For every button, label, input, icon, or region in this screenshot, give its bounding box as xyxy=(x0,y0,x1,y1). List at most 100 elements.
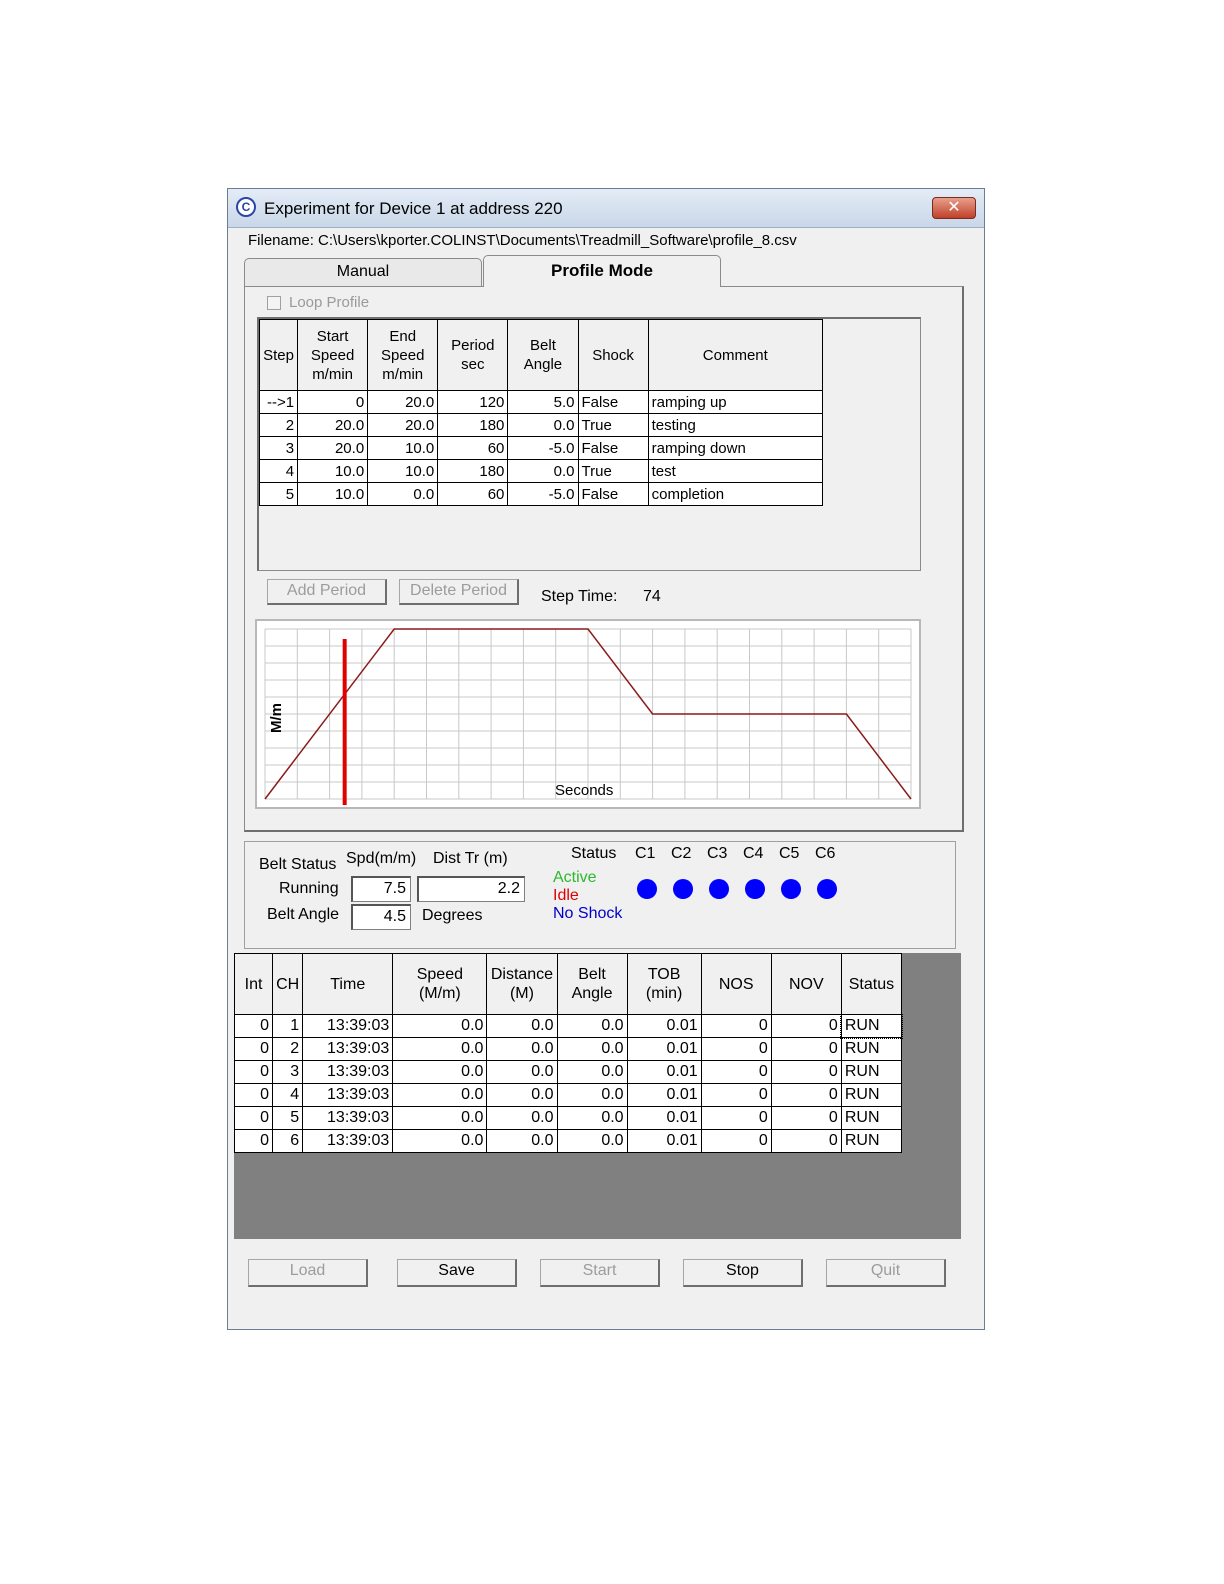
data-cell[interactable]: 0 xyxy=(700,1014,772,1038)
profile-cell[interactable]: 120 xyxy=(437,390,509,414)
data-cell[interactable]: 13:39:03 xyxy=(302,1129,394,1153)
profile-cell[interactable]: test xyxy=(647,459,824,483)
data-cell[interactable]: 0.0 xyxy=(556,1106,628,1130)
profile-cell[interactable]: 180 xyxy=(437,459,509,483)
profile-cell[interactable]: 10.0 xyxy=(297,459,369,483)
data-col-header[interactable]: Belt Angle xyxy=(556,953,628,1015)
data-col-header[interactable]: CH xyxy=(272,953,304,1015)
profile-cell[interactable]: 5.0 xyxy=(507,390,579,414)
data-cell[interactable]: 0 xyxy=(700,1060,772,1084)
profile-row[interactable]: -->1 0 20.0 120 5.0 False ramping up xyxy=(258,390,824,414)
profile-cell[interactable]: 10.0 xyxy=(297,482,369,506)
data-cell[interactable]: 0.01 xyxy=(626,1014,702,1038)
profile-cell[interactable]: ramping down xyxy=(647,436,824,460)
profile-cell[interactable]: 60 xyxy=(437,482,509,506)
profile-cell[interactable]: 10.0 xyxy=(367,436,439,460)
data-col-header[interactable]: Status xyxy=(840,953,903,1015)
profile-row[interactable]: 3 20.0 10.0 60 -5.0 False ramping down xyxy=(258,436,824,460)
table-row[interactable]: 0 4 13:39:03 0.0 0.0 0.0 0.01 0 0 RUN xyxy=(233,1083,903,1107)
profile-cell[interactable]: 60 xyxy=(437,436,509,460)
data-cell[interactable]: 0.01 xyxy=(626,1083,702,1107)
data-col-header[interactable]: Speed (M/m) xyxy=(392,953,488,1015)
data-cell[interactable]: 0.01 xyxy=(626,1060,702,1084)
data-cell[interactable]: 0.0 xyxy=(486,1129,558,1153)
profile-cell[interactable]: testing xyxy=(647,413,824,437)
save-button[interactable]: Save xyxy=(397,1259,517,1287)
data-cell[interactable]: 13:39:03 xyxy=(302,1037,394,1061)
profile-row[interactable]: 5 10.0 0.0 60 -5.0 False completion xyxy=(258,482,824,506)
data-cell[interactable]: 0.0 xyxy=(486,1083,558,1107)
data-cell[interactable]: 3 xyxy=(272,1060,304,1084)
data-cell[interactable]: 0 xyxy=(233,1037,274,1061)
data-cell[interactable]: 0.01 xyxy=(626,1037,702,1061)
profile-cell[interactable]: 0.0 xyxy=(507,459,579,483)
data-cell[interactable]: 0 xyxy=(770,1083,842,1107)
data-col-header[interactable]: TOB (min) xyxy=(626,953,702,1015)
data-cell[interactable]: 0 xyxy=(700,1083,772,1107)
profile-cell[interactable]: ramping up xyxy=(647,390,824,414)
profile-cell[interactable]: 180 xyxy=(437,413,509,437)
data-cell[interactable]: 0.01 xyxy=(626,1129,702,1153)
data-cell[interactable]: 0.0 xyxy=(556,1129,628,1153)
table-row[interactable]: 0 6 13:39:03 0.0 0.0 0.0 0.01 0 0 RUN xyxy=(233,1129,903,1153)
data-cell[interactable]: 0.0 xyxy=(486,1106,558,1130)
data-cell[interactable]: 0 xyxy=(233,1083,274,1107)
add-period-button[interactable]: Add Period xyxy=(267,579,387,605)
start-button[interactable]: Start xyxy=(540,1259,660,1287)
data-cell[interactable]: 0.0 xyxy=(486,1037,558,1061)
data-cell[interactable]: 0 xyxy=(770,1129,842,1153)
tab-profile-mode[interactable]: Profile Mode xyxy=(483,255,721,287)
data-cell[interactable]: 0 xyxy=(770,1060,842,1084)
data-cell[interactable]: RUN xyxy=(840,1083,903,1107)
profile-cell[interactable]: 20.0 xyxy=(297,436,369,460)
data-cell[interactable]: 0.0 xyxy=(392,1106,488,1130)
profile-cell[interactable]: -->1 xyxy=(258,390,299,414)
profile-cell[interactable]: 0.0 xyxy=(507,413,579,437)
profile-col-header[interactable]: Shock xyxy=(577,319,649,391)
data-cell[interactable]: 4 xyxy=(272,1083,304,1107)
data-cell[interactable]: RUN xyxy=(840,1060,903,1084)
data-cell[interactable]: 0 xyxy=(770,1037,842,1061)
profile-col-header[interactable]: Comment xyxy=(647,319,824,391)
checkbox-box[interactable] xyxy=(267,295,281,310)
profile-cell[interactable]: completion xyxy=(647,482,824,506)
profile-cell[interactable]: 5 xyxy=(258,482,299,506)
data-cell[interactable]: RUN xyxy=(840,1013,903,1039)
data-cell[interactable]: 0.0 xyxy=(556,1014,628,1038)
profile-cell[interactable]: True xyxy=(577,413,649,437)
profile-col-header[interactable]: Period sec xyxy=(437,319,509,391)
data-cell[interactable]: 0.0 xyxy=(392,1060,488,1084)
profile-col-header[interactable]: Step xyxy=(258,319,299,391)
tab-manual[interactable]: Manual xyxy=(244,258,482,286)
data-cell[interactable]: 13:39:03 xyxy=(302,1106,394,1130)
data-cell[interactable]: 13:39:03 xyxy=(302,1014,394,1038)
profile-cell[interactable]: False xyxy=(577,390,649,414)
data-cell[interactable]: RUN xyxy=(840,1037,903,1061)
profile-cell[interactable]: 0.0 xyxy=(367,482,439,506)
profile-cell[interactable]: 3 xyxy=(258,436,299,460)
profile-cell[interactable]: False xyxy=(577,482,649,506)
data-col-header[interactable]: NOS xyxy=(700,953,772,1015)
title-bar[interactable]: C Experiment for Device 1 at address 220… xyxy=(228,189,984,228)
data-cell[interactable]: 0.0 xyxy=(392,1083,488,1107)
profile-cell[interactable]: 10.0 xyxy=(367,459,439,483)
data-cell[interactable]: 0 xyxy=(770,1014,842,1038)
data-cell[interactable]: 0.0 xyxy=(556,1037,628,1061)
data-cell[interactable]: 0 xyxy=(233,1129,274,1153)
profile-cell[interactable]: 0 xyxy=(297,390,369,414)
profile-col-header[interactable]: End Speed m/min xyxy=(367,319,439,391)
profile-row[interactable]: 2 20.0 20.0 180 0.0 True testing xyxy=(258,413,824,437)
quit-button[interactable]: Quit xyxy=(826,1259,946,1287)
stop-button[interactable]: Stop xyxy=(683,1259,803,1287)
data-cell[interactable]: 0.0 xyxy=(392,1037,488,1061)
profile-cell[interactable]: 20.0 xyxy=(297,413,369,437)
data-cell[interactable]: 0.0 xyxy=(556,1083,628,1107)
data-cell[interactable]: RUN xyxy=(840,1129,903,1153)
data-cell[interactable]: 0 xyxy=(700,1106,772,1130)
data-cell[interactable]: 0.01 xyxy=(626,1106,702,1130)
profile-cell[interactable]: 4 xyxy=(258,459,299,483)
profile-cell[interactable]: False xyxy=(577,436,649,460)
data-cell[interactable]: 0 xyxy=(700,1037,772,1061)
data-cell[interactable]: 13:39:03 xyxy=(302,1060,394,1084)
loop-profile-checkbox[interactable]: Loop Profile xyxy=(267,294,369,311)
